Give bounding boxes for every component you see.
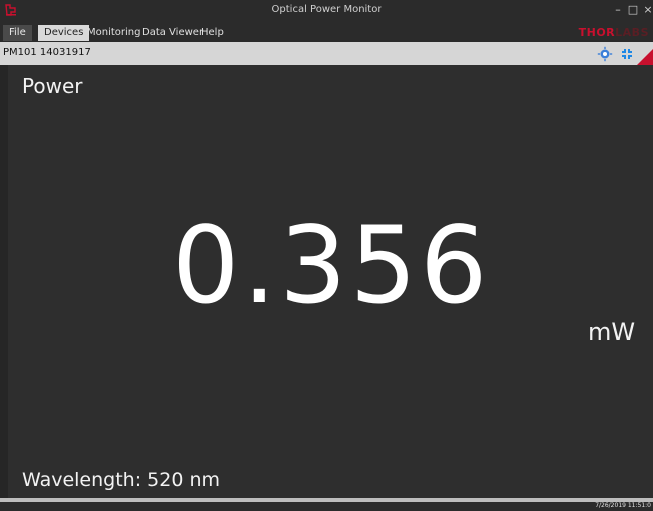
logo-bright-text: THOR <box>578 26 616 39</box>
timestamp: 7/26/2019 11:51:0 <box>595 502 651 509</box>
status-bar: 7/26/2019 11:51:0 <box>0 502 653 511</box>
menu-help[interactable]: Help <box>195 25 230 41</box>
device-toolbar: PM101 14031917 <box>0 42 653 65</box>
measurement-title: Power <box>22 74 83 98</box>
thorlabs-logo: THORLABS <box>579 25 653 41</box>
power-value: 0.356 <box>172 204 491 327</box>
logo-dim-text: LABS <box>615 26 649 39</box>
title-bar: Optical Power Monitor – □ × <box>0 0 653 22</box>
maximize-button[interactable]: □ <box>625 3 641 17</box>
light-gear-icon[interactable] <box>597 46 613 62</box>
power-unit: mW <box>588 318 636 346</box>
corner-accent <box>637 49 653 65</box>
measurement-display: Power 0.356 mW Wavelength: 520 nm <box>8 65 653 498</box>
menu-file[interactable]: File <box>3 25 32 41</box>
wavelength-label: Wavelength: 520 nm <box>22 469 221 491</box>
window-title: Optical Power Monitor <box>271 4 382 15</box>
left-strip <box>0 65 8 498</box>
minimize-button[interactable]: – <box>610 3 626 17</box>
close-button[interactable]: × <box>640 3 653 17</box>
menu-bar: File Devices Monitoring Data Viewer Help… <box>0 22 653 42</box>
compress-arrows-icon[interactable] <box>619 46 635 62</box>
device-label: PM101 14031917 <box>3 47 91 58</box>
